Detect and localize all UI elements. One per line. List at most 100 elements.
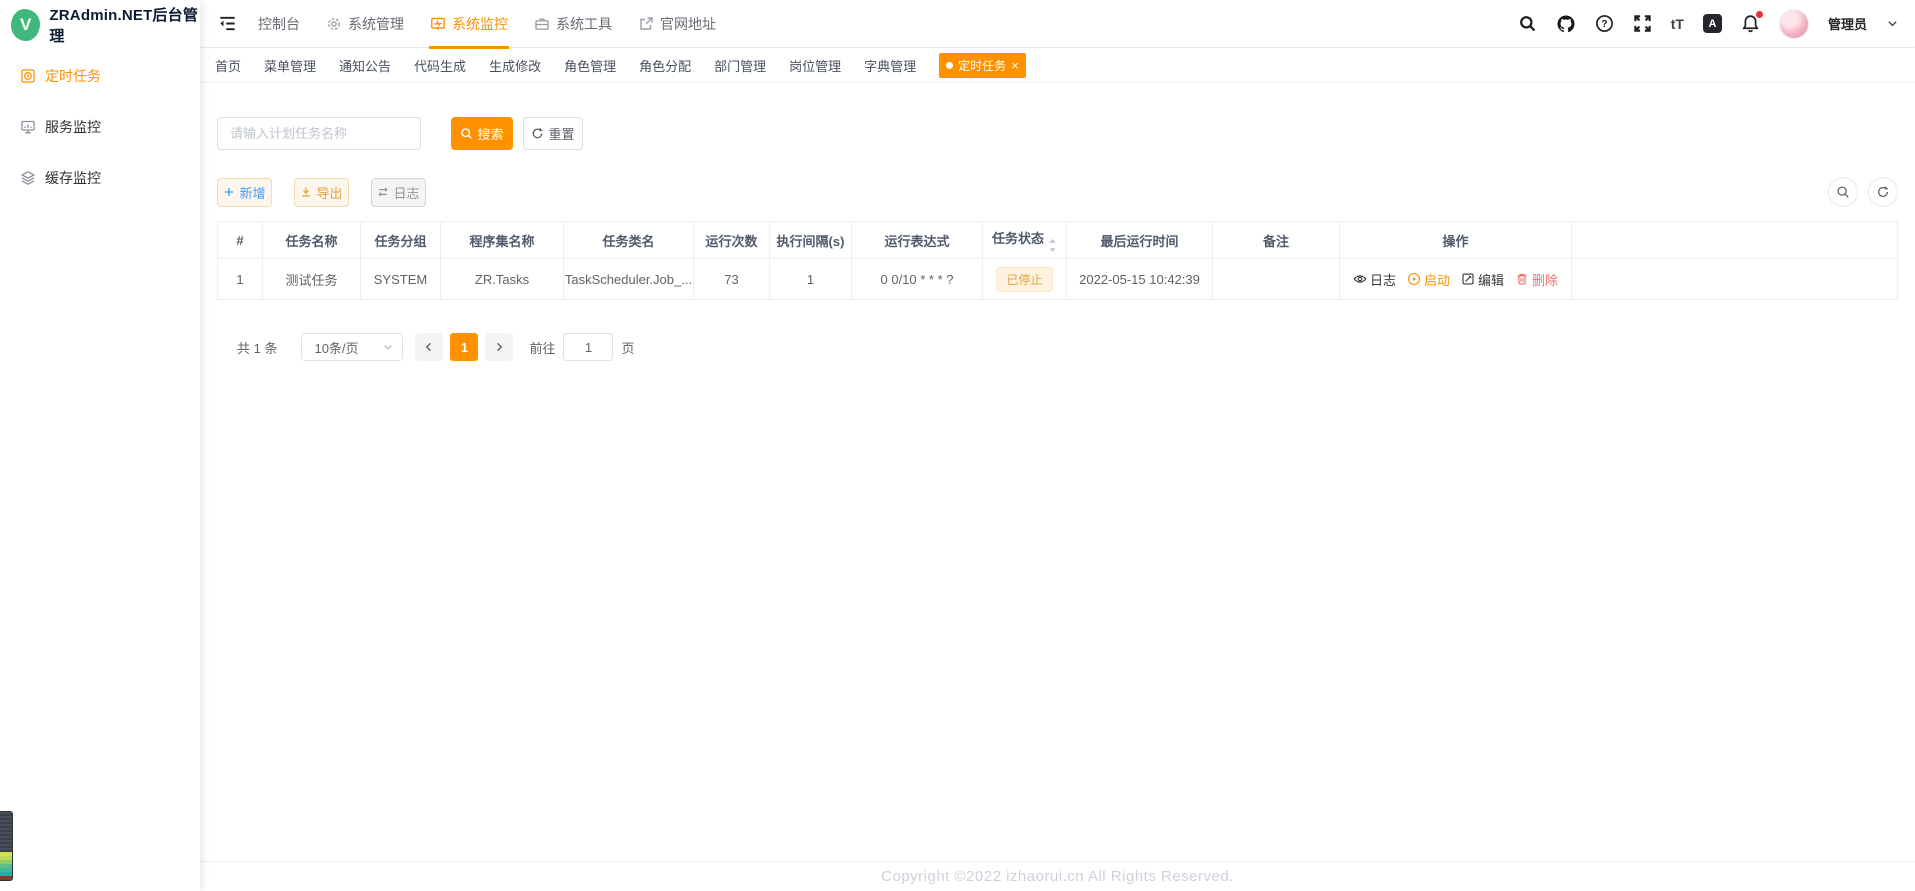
tab-dictionary-management[interactable]: 字典管理 (864, 56, 916, 75)
tab-code-generation[interactable]: 代码生成 (414, 56, 466, 75)
prev-page-button[interactable] (415, 333, 443, 361)
server-monitor-icon (20, 119, 36, 135)
col-interval: 执行间隔(s) (770, 222, 852, 259)
log-button[interactable]: 日志 (371, 178, 426, 207)
monitor-pulse-icon (430, 16, 446, 32)
user-avatar[interactable] (1779, 9, 1809, 39)
row-delete-link[interactable]: 删除 (1515, 270, 1558, 289)
goto-label: 前往 (529, 338, 555, 357)
search-button[interactable]: 搜索 (451, 117, 513, 150)
sort-carets-icon[interactable] (1048, 239, 1057, 252)
row-log-link[interactable]: 日志 (1353, 270, 1396, 289)
page-size-select[interactable]: 10条/页 (301, 333, 403, 361)
reset-button[interactable]: 重置 (523, 117, 583, 150)
font-size-icon[interactable]: tT (1671, 16, 1684, 32)
cell-last-run-time: 2022-05-15 10:42:39 (1067, 259, 1213, 300)
nav-item-official-site[interactable]: 官网地址 (625, 0, 729, 48)
perf-monitor-widget[interactable] (0, 811, 13, 881)
log-button-label: 日志 (393, 183, 419, 202)
download-icon (300, 186, 312, 198)
tab-scheduled-tasks-active[interactable]: 定时任务 × (939, 53, 1026, 78)
perf-stripe (0, 876, 12, 880)
task-name-search-input[interactable] (217, 117, 421, 150)
nav-item-console[interactable]: 控制台 (245, 0, 313, 48)
tab-notice[interactable]: 通知公告 (339, 56, 391, 75)
nav-item-system-management[interactable]: 系统管理 (313, 0, 417, 48)
main-column: 控制台 系统管理 系统监控 系统工具 官网地址 (200, 0, 1915, 891)
toggle-search-button[interactable] (1828, 177, 1858, 207)
next-page-button[interactable] (485, 333, 513, 361)
add-button-label: 新增 (239, 183, 265, 202)
goto-page-input[interactable] (563, 333, 613, 361)
cell-run-count: 73 (694, 259, 770, 300)
table-header-row: # 任务名称 任务分组 程序集名称 任务类名 运行次数 执行间隔(s) 运行表达… (218, 222, 1898, 259)
page-number-1[interactable]: 1 (450, 333, 478, 361)
user-name[interactable]: 管理员 (1828, 14, 1867, 33)
tab-menu-management[interactable]: 菜单管理 (264, 56, 316, 75)
tab-generation-edit[interactable]: 生成修改 (489, 56, 541, 75)
col-job-class: 任务类名 (564, 222, 694, 259)
pagination: 共 1 条 10条/页 1 前往 页 (217, 333, 1898, 361)
nav-item-system-monitor[interactable]: 系统监控 (417, 0, 521, 48)
search-row: 搜索 重置 (217, 117, 1898, 150)
col-index: # (218, 222, 263, 259)
translate-icon[interactable]: A (1703, 14, 1722, 33)
page-unit-label: 页 (621, 338, 634, 357)
chevron-left-icon (423, 341, 435, 353)
perf-monitor-graph (0, 812, 12, 852)
cell-task-group: SYSTEM (361, 259, 441, 300)
row-start-link[interactable]: 启动 (1407, 270, 1450, 289)
col-remark: 备注 (1213, 222, 1340, 259)
github-icon[interactable] (1556, 14, 1576, 34)
cell-status: 已停止 (983, 259, 1067, 300)
app-logo-row[interactable]: V ZRAdmin.NET后台管理 (0, 0, 200, 50)
sidebar-item-service-monitor[interactable]: 服务监控 (0, 101, 200, 152)
refresh-table-button[interactable] (1868, 177, 1898, 207)
app-title: ZRAdmin.NET后台管理 (49, 4, 200, 46)
tab-close-icon[interactable]: × (1011, 59, 1019, 72)
tab-role-assignment[interactable]: 角色分配 (639, 56, 691, 75)
logo-letter: V (20, 15, 31, 35)
schedule-clock-icon (20, 68, 36, 84)
cell-filler (1572, 259, 1898, 300)
search-icon[interactable] (1518, 14, 1537, 33)
cell-task-name: 测试任务 (263, 259, 361, 300)
refresh-icon (531, 127, 544, 140)
sidebar-item-cache-monitor[interactable]: 缓存监控 (0, 152, 200, 203)
col-cron: 运行表达式 (852, 222, 983, 259)
nav-item-label: 系统监控 (452, 14, 508, 34)
tab-home[interactable]: 首页 (215, 56, 241, 75)
briefcase-icon (534, 16, 550, 32)
tab-position-management[interactable]: 岗位管理 (789, 56, 841, 75)
fullscreen-icon[interactable] (1633, 14, 1652, 33)
table-row[interactable]: 1 测试任务 SYSTEM ZR.Tasks TaskScheduler.Job… (218, 259, 1898, 300)
nav-item-label: 系统管理 (348, 14, 404, 34)
tab-role-management[interactable]: 角色管理 (564, 56, 616, 75)
help-icon[interactable]: ? (1595, 14, 1614, 33)
reset-button-label: 重置 (548, 124, 574, 143)
cell-job-class: TaskScheduler.Job_... (564, 259, 694, 300)
table-tools (1828, 177, 1898, 207)
content-area: 搜索 重置 新增 导出 日志 (200, 83, 1915, 861)
add-button[interactable]: 新增 (217, 178, 272, 207)
col-last-run-time: 最后运行时间 (1067, 222, 1213, 259)
chevron-down-icon[interactable] (1886, 17, 1899, 30)
search-icon (460, 127, 473, 140)
active-tab-dot (946, 62, 953, 69)
trash-icon (1515, 272, 1529, 286)
action-label: 编辑 (1478, 270, 1504, 289)
col-status-label: 任务状态 (992, 231, 1044, 246)
row-edit-link[interactable]: 编辑 (1461, 270, 1504, 289)
sidebar-collapse-icon[interactable] (210, 14, 245, 33)
col-filler (1572, 222, 1898, 259)
notification-bell-icon[interactable] (1741, 14, 1760, 33)
external-link-icon (638, 16, 654, 32)
cell-cron: 0 0/10 * * * ? (852, 259, 983, 300)
play-circle-icon (1407, 272, 1421, 286)
cache-layers-icon (20, 170, 36, 186)
nav-item-system-tools[interactable]: 系统工具 (521, 0, 625, 48)
export-button[interactable]: 导出 (294, 178, 349, 207)
tab-department-management[interactable]: 部门管理 (714, 56, 766, 75)
cell-remark (1213, 259, 1340, 300)
sidebar-item-scheduled-tasks[interactable]: 定时任务 (0, 50, 200, 101)
